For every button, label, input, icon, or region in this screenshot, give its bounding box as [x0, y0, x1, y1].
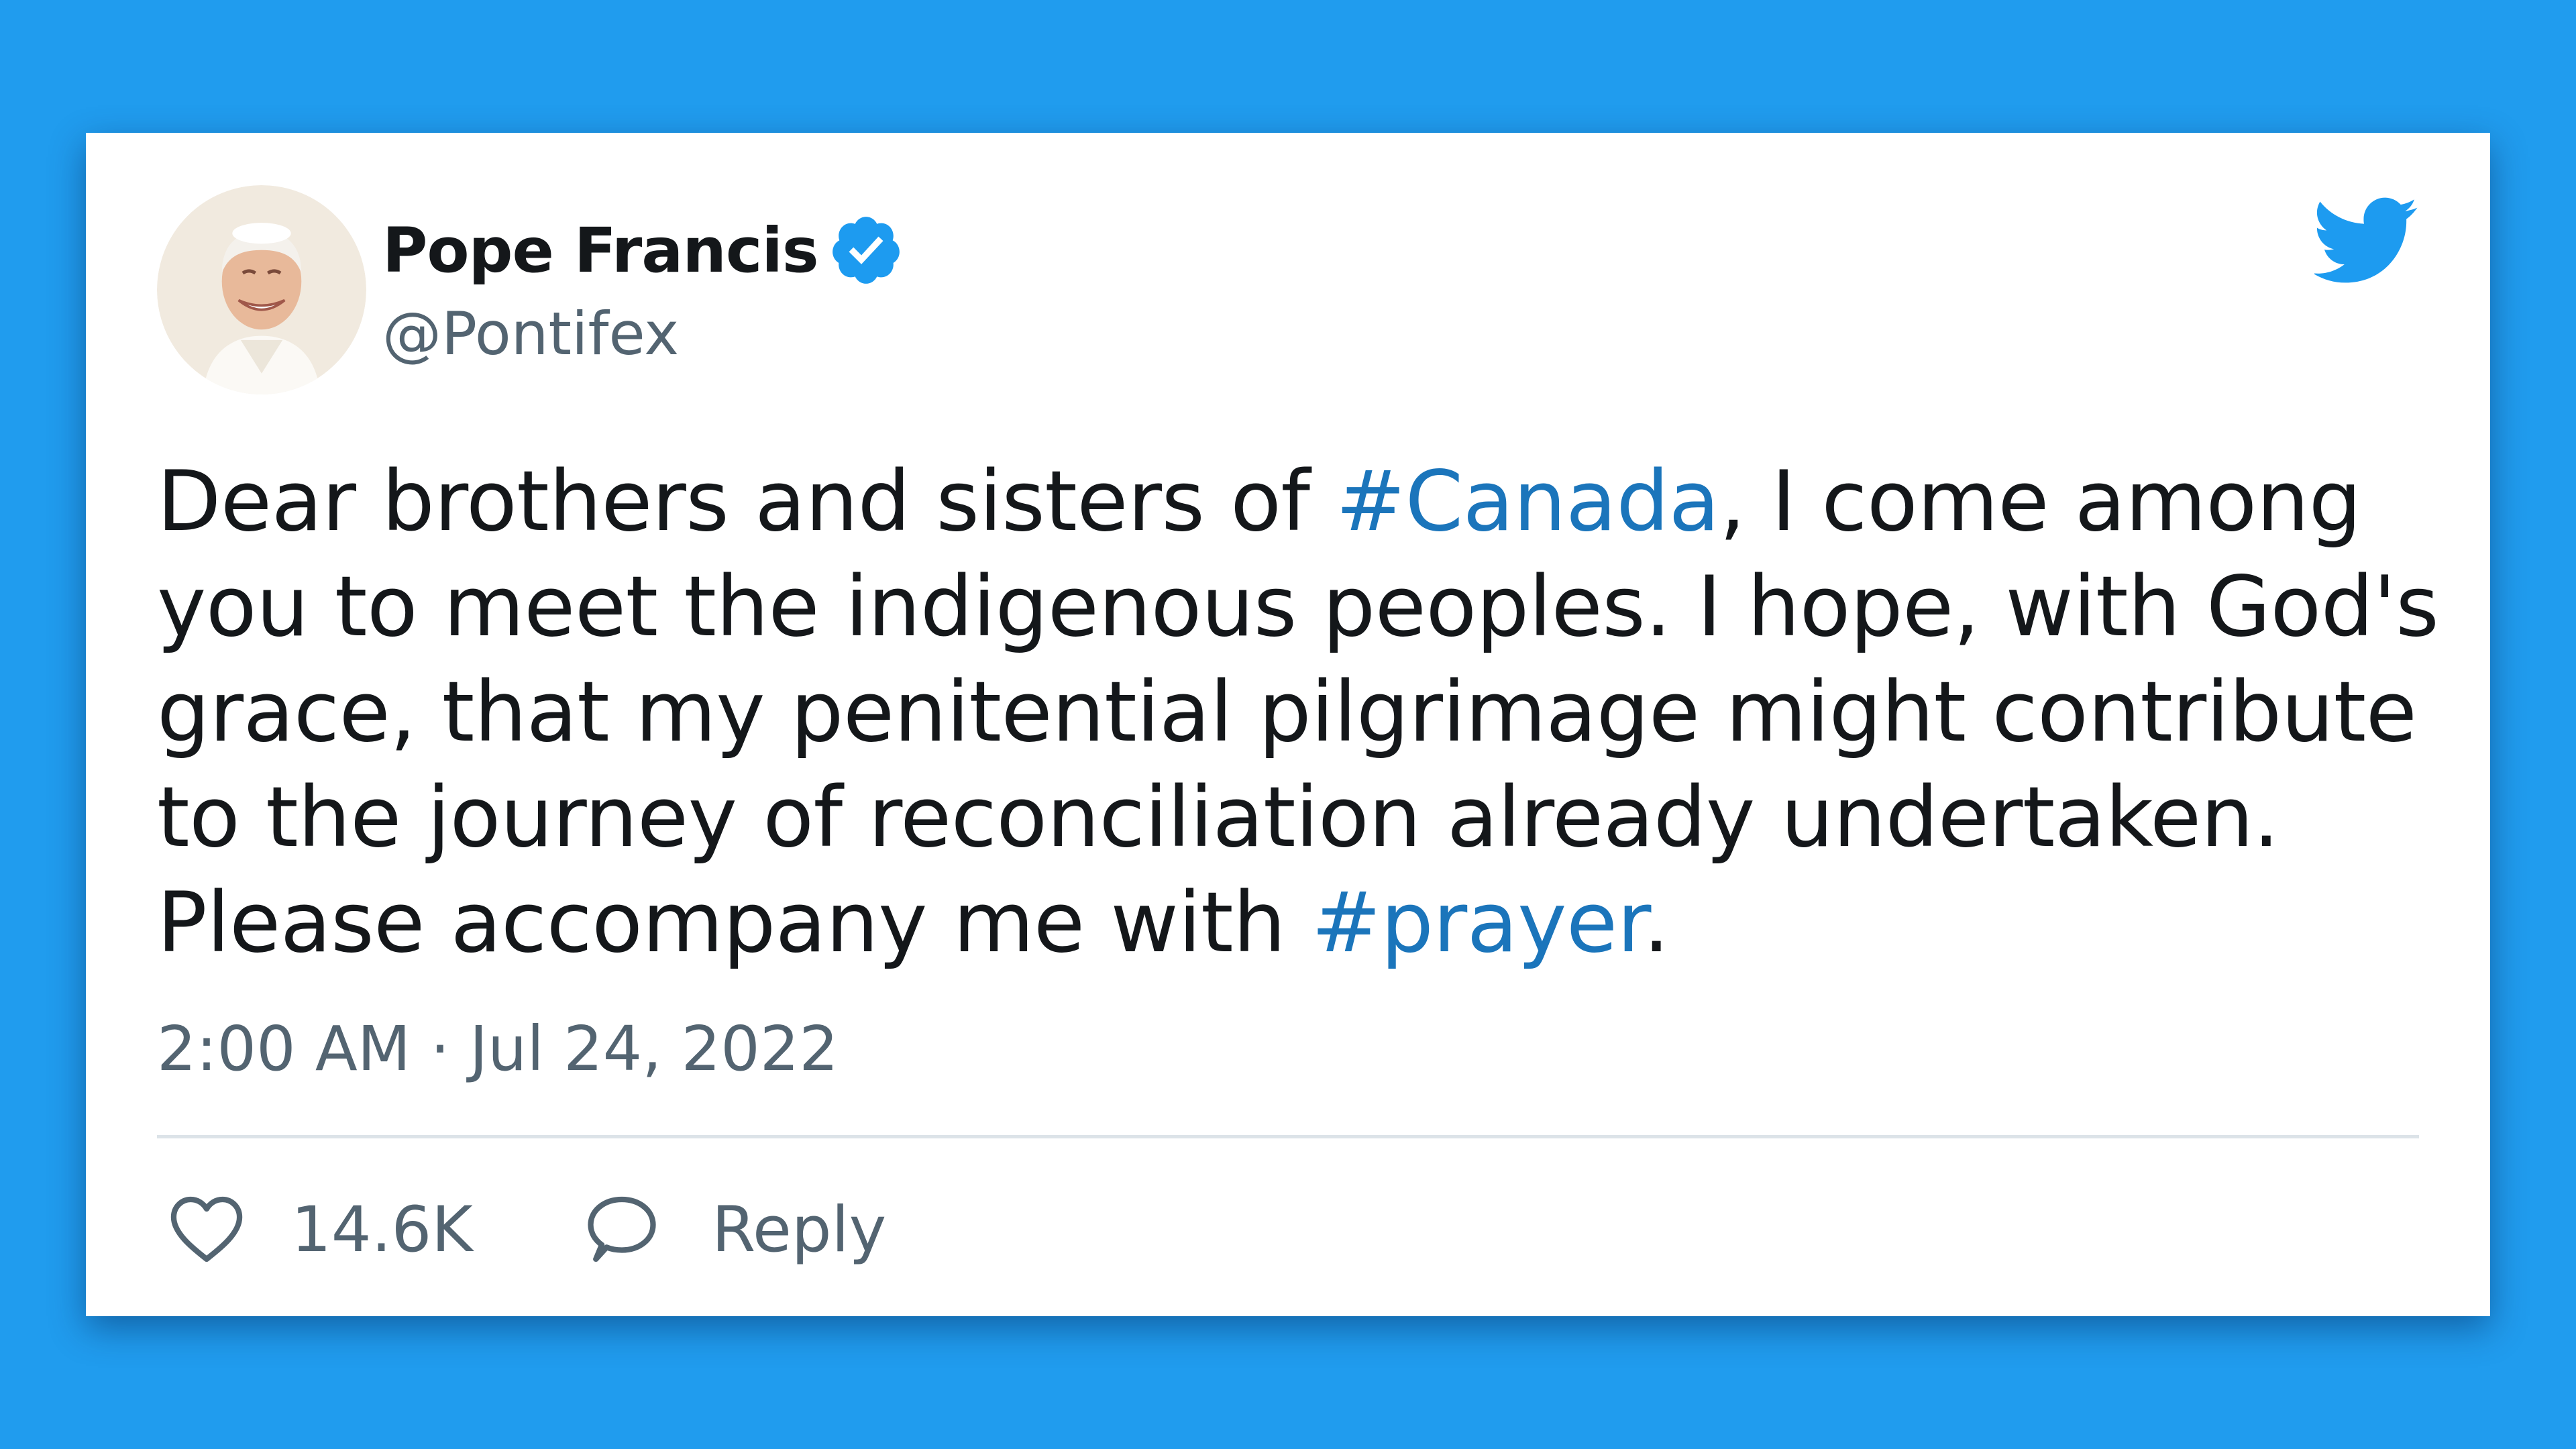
- verified-badge-icon: [832, 217, 900, 284]
- tweet-text-line: Please accompany me with #prayer.: [157, 871, 2438, 976]
- divider: [157, 1135, 2419, 1138]
- tweet-text-segment: Dear brothers and sisters of: [157, 453, 1336, 550]
- author-display-name[interactable]: Pope Francis: [382, 215, 819, 286]
- avatar-photo: [157, 185, 366, 394]
- tweet-actions: 14.6K Reply: [165, 1179, 886, 1280]
- reply-label: Reply: [711, 1193, 887, 1267]
- like-count: 14.6K: [291, 1193, 473, 1267]
- tweet-timestamp[interactable]: 2:00 AM · Jul 24, 2022: [157, 1013, 839, 1085]
- heart-icon: [170, 1196, 243, 1263]
- tweet-text-segment: grace, that my penitential pilgrimage mi…: [157, 664, 2417, 761]
- tweet-text-line: you to meet the indigenous peoples. I ho…: [157, 555, 2439, 660]
- avatar[interactable]: [157, 185, 366, 394]
- reply-button[interactable]: Reply: [580, 1188, 886, 1271]
- tweet-text-segment: Please accompany me with: [157, 875, 1311, 971]
- like-button[interactable]: 14.6K: [165, 1188, 473, 1271]
- tweet-text-segment: .: [1643, 875, 1670, 971]
- tweet-text-segment: , I come among: [1719, 453, 2362, 550]
- reply-bubble-icon: [588, 1196, 656, 1263]
- tweet-text-line: Dear brothers and sisters of #Canada, I …: [157, 449, 2438, 555]
- twitter-bird-icon[interactable]: [2314, 197, 2419, 284]
- hashtag-canada-link[interactable]: #Canada: [1336, 453, 1719, 550]
- tweet-card: Pope Francis @Pontifex Dear brothers and…: [86, 133, 2490, 1316]
- author-name-row: Pope Francis: [382, 207, 904, 294]
- tweet-text-line: grace, that my penitential pilgrimage mi…: [157, 660, 2438, 765]
- author-handle[interactable]: @Pontifex: [382, 299, 679, 368]
- hashtag-prayer-link[interactable]: #prayer: [1311, 875, 1644, 971]
- tweet-text: Dear brothers and sisters of #Canada, I …: [157, 449, 2439, 976]
- tweet-text-segment: to the journey of reconciliation already…: [157, 769, 2279, 866]
- tweet-text-segment: you to meet the indigenous peoples. I ho…: [157, 559, 2439, 655]
- tweet-text-line: to the journey of reconciliation already…: [157, 765, 2438, 871]
